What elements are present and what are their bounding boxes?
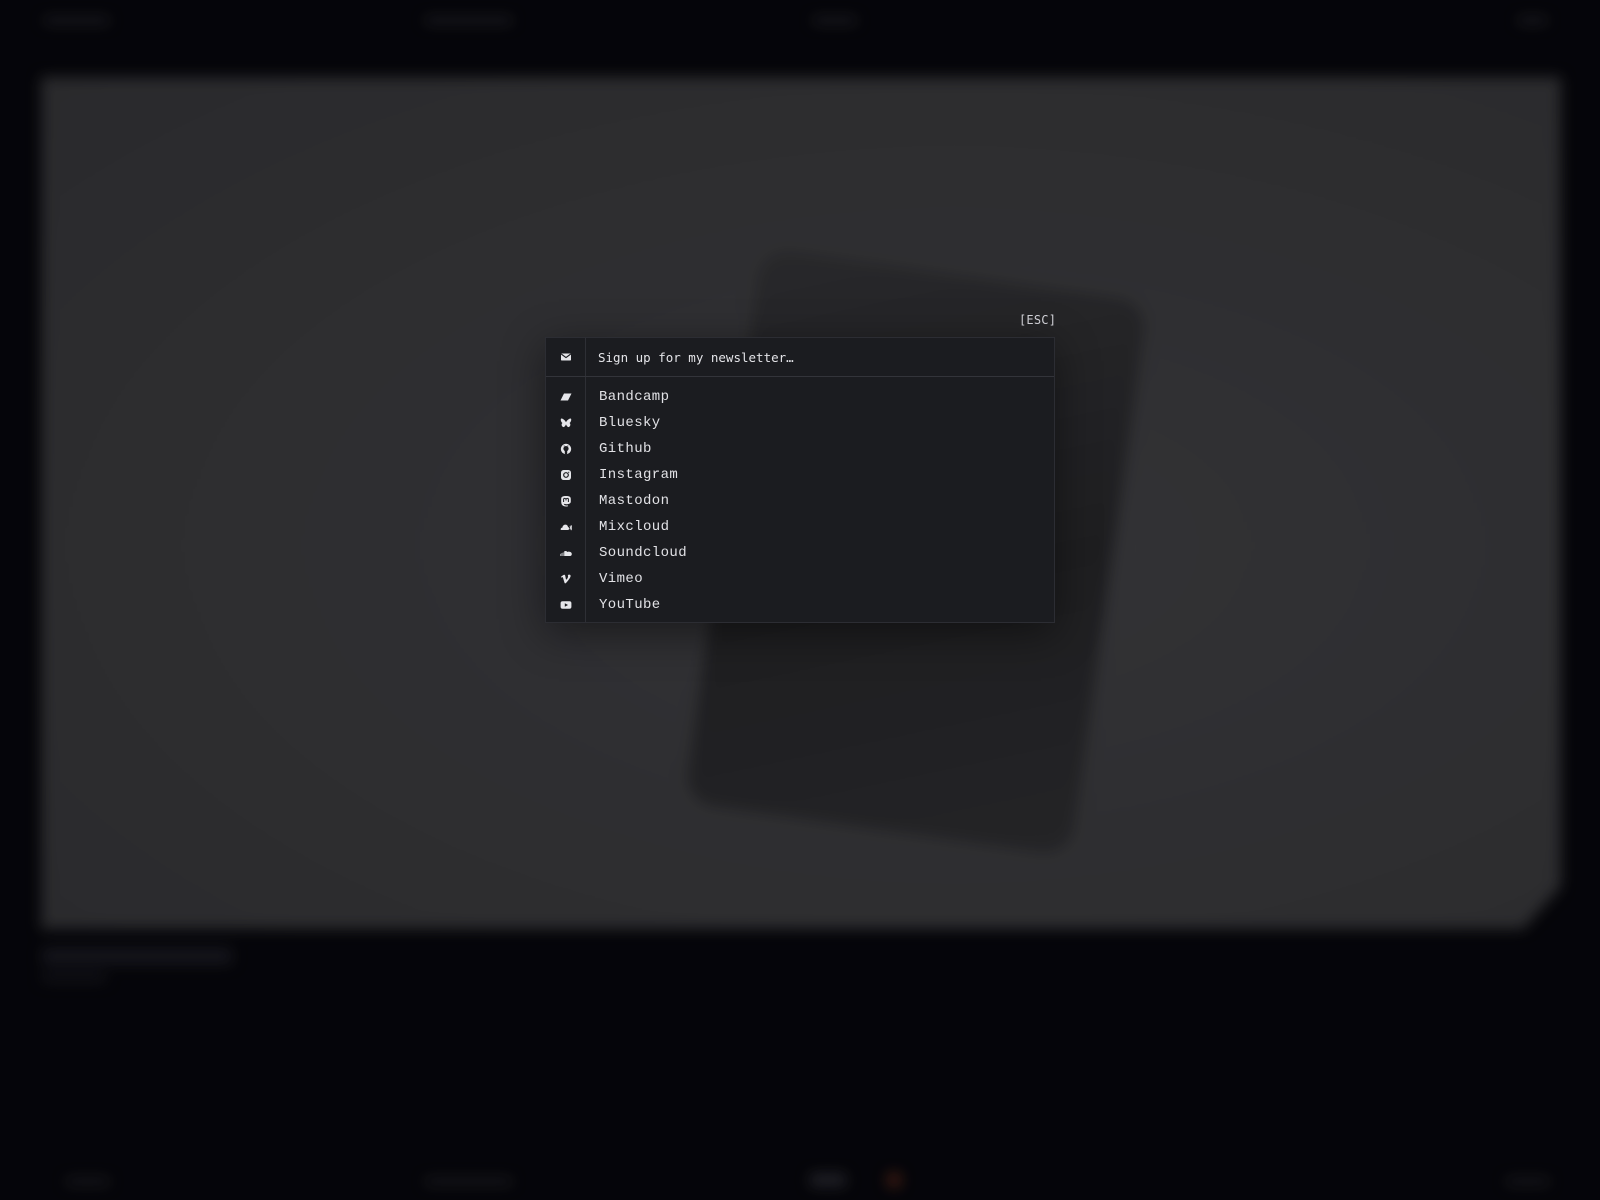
youtube-icon [546,599,585,611]
instagram-icon [546,469,585,481]
newsletter-row[interactable] [546,338,1054,377]
link-vimeo[interactable]: Vimeo [546,566,1054,592]
link-label: Bandcamp [599,389,670,405]
mixcloud-icon [546,521,585,533]
link-bandcamp[interactable]: Bandcamp [546,384,1054,410]
link-label: Soundcloud [599,545,688,561]
bluesky-icon [546,417,585,429]
link-mixcloud[interactable]: Mixcloud [546,514,1054,540]
mail-icon [546,351,585,363]
link-label: YouTube [599,597,661,613]
link-label: Mixcloud [599,519,670,535]
page: ■■■■■■■■■ ■■■■■■■■■■■■ ■■■■■■ ■■■■ ■■■■■… [0,0,1600,1200]
link-soundcloud[interactable]: Soundcloud [546,540,1054,566]
link-bluesky[interactable]: Bluesky [546,410,1054,436]
mastodon-icon [546,495,585,507]
link-label: Github [599,441,652,457]
link-github[interactable]: Github [546,436,1054,462]
newsletter-input[interactable] [598,349,1038,365]
link-label: Instagram [599,467,679,483]
bandcamp-icon [546,391,585,403]
link-mastodon[interactable]: Mastodon [546,488,1054,514]
link-youtube[interactable]: YouTube [546,592,1054,618]
github-icon [546,443,585,455]
soundcloud-icon [546,547,585,559]
link-label: Mastodon [599,493,670,509]
link-label: Vimeo [599,571,644,587]
link-instagram[interactable]: Instagram [546,462,1054,488]
esc-close-button[interactable]: [ESC] [1019,313,1056,327]
link-label: Bluesky [599,415,661,431]
social-link-list: Bandcamp Bluesky Github Instagram Mastod… [546,377,1054,618]
links-modal: Bandcamp Bluesky Github Instagram [545,337,1055,623]
vimeo-icon [546,573,585,585]
